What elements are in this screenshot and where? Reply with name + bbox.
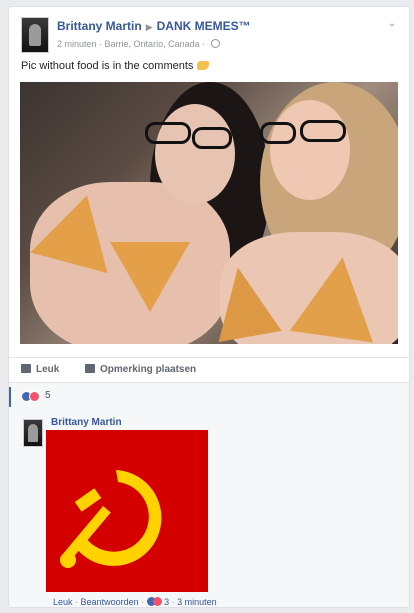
pointing-hand-icon — [197, 61, 210, 70]
comment-time[interactable]: 3 minuten — [177, 597, 217, 607]
commenter-avatar[interactable] — [23, 419, 43, 447]
comment-section: Brittany Martin Leuk · Beantwoorden · 3 … — [9, 407, 409, 607]
like-label: Leuk — [36, 364, 60, 375]
like-button[interactable]: Leuk — [21, 364, 59, 375]
love-reaction-icon — [29, 391, 40, 402]
audience-icon[interactable] — [210, 39, 220, 48]
author-avatar[interactable] — [21, 17, 49, 53]
comment-icon — [85, 364, 95, 373]
reactions-summary[interactable]: 5 — [9, 382, 409, 411]
author-name[interactable]: Brittany Martin — [57, 19, 142, 33]
comment-image[interactable] — [46, 430, 208, 592]
hammer-sickle-icon — [60, 470, 162, 568]
group-name[interactable]: DANK MEMES™ — [157, 19, 251, 33]
reaction-count: 5 — [45, 390, 51, 401]
post-time[interactable]: 2 minuten — [57, 39, 97, 49]
post-header: Brittany Martin ▶ DANK MEMES™ 2 minuten · … — [21, 17, 397, 57]
post-location[interactable]: Barrie, Ontario, Canada — [105, 39, 200, 49]
arrow-right-icon: ▶ — [145, 22, 153, 32]
post-photo[interactable] — [20, 82, 398, 344]
comment-button[interactable]: Opmerking plaatsen — [85, 364, 196, 375]
comment-like-link[interactable]: Leuk — [53, 597, 73, 607]
comment-reaction-count[interactable]: 3 — [164, 597, 169, 607]
post-text: Pic without food is in the comments — [21, 60, 210, 72]
post-card: Brittany Martin ▶ DANK MEMES™ 2 minuten · … — [8, 6, 410, 608]
comment-label: Opmerking plaatsen — [100, 364, 197, 375]
comment-reply-link[interactable]: Beantwoorden — [81, 597, 139, 607]
post-caption: Pic without food is in the comments — [21, 60, 194, 72]
post-actions: Leuk Opmerking plaatsen — [9, 357, 409, 380]
comment-footer: Leuk · Beantwoorden · 3 · 3 minuten — [53, 597, 217, 607]
chevron-down-icon[interactable]: ⌄ — [387, 19, 397, 29]
love-reaction-icon — [152, 597, 162, 606]
thumbs-up-icon — [21, 364, 31, 373]
commenter-name[interactable]: Brittany Martin — [51, 417, 122, 428]
author-line: Brittany Martin ▶ DANK MEMES™ — [57, 19, 251, 33]
post-meta: 2 minuten · Barrie, Ontario, Canada · — [57, 39, 220, 49]
